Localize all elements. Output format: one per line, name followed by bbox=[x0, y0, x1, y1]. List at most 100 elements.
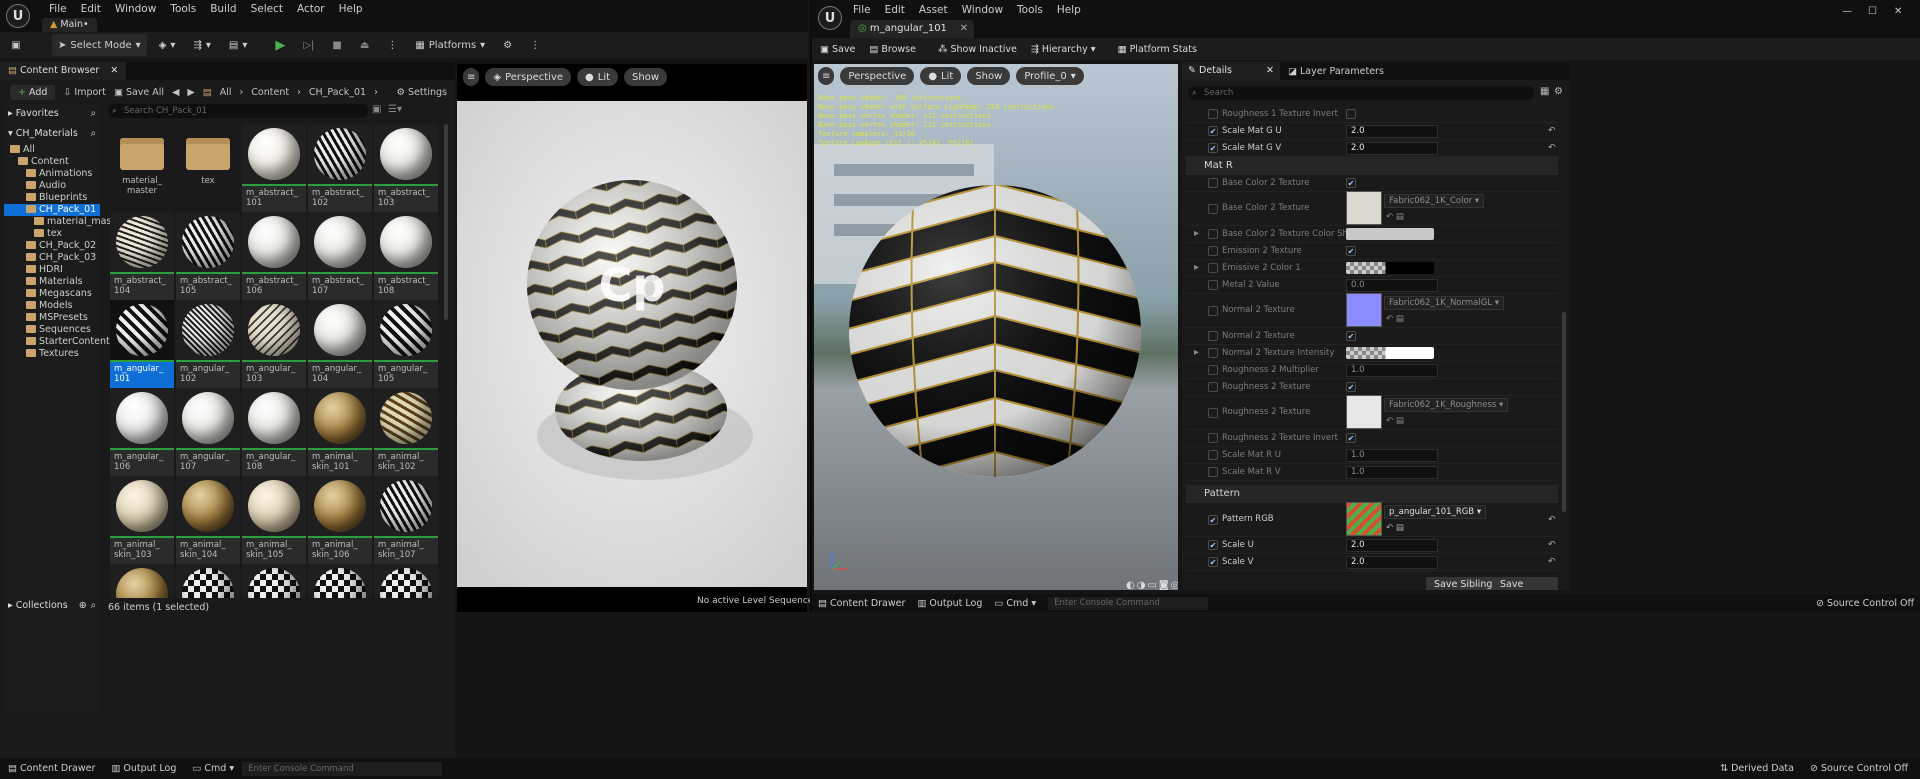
asset-tile[interactable] bbox=[242, 564, 306, 598]
folder-tile[interactable]: tex bbox=[176, 124, 240, 220]
tree-item[interactable]: CH_Pack_01 bbox=[4, 204, 100, 216]
eject-button[interactable]: ⏏ bbox=[354, 34, 375, 56]
tree-item[interactable]: Megascans bbox=[4, 288, 100, 300]
save-child-button[interactable]: Save Child bbox=[1492, 577, 1558, 590]
show-inactive-button[interactable]: ⁂ Show Inactive bbox=[938, 44, 1017, 55]
asset-tile[interactable]: m_animal_ skin_107 bbox=[374, 476, 438, 572]
asset-tile[interactable]: m_abstract_ 101 bbox=[242, 124, 306, 220]
section-mat-r[interactable]: Mat R bbox=[1186, 157, 1558, 175]
tree-item[interactable]: Audio bbox=[4, 180, 100, 192]
show-button[interactable]: Show bbox=[624, 68, 668, 86]
preview-lit-button[interactable]: ● Lit bbox=[920, 67, 962, 85]
output-log-button[interactable]: ▥ Output Log bbox=[111, 763, 176, 774]
ch-materials-header[interactable]: ▾ CH_Materials ⌕ bbox=[4, 124, 100, 142]
me-console-input[interactable]: Enter Console Command bbox=[1048, 596, 1209, 610]
property-row[interactable]: Roughness 2 Multiplier 1.0 bbox=[1186, 362, 1558, 379]
details-search-input[interactable]: ⌕ Search bbox=[1188, 86, 1534, 100]
menu-tools[interactable]: Tools bbox=[163, 3, 203, 15]
property-row[interactable]: Roughness 2 Texture Fabric062_1K_Roughnes… bbox=[1186, 395, 1558, 430]
forward-icon[interactable]: ▶ bbox=[187, 87, 194, 98]
texture-thumbnail[interactable] bbox=[1346, 395, 1382, 429]
tree-item[interactable]: StarterContent bbox=[4, 336, 110, 348]
reset-icon[interactable]: ↶ bbox=[1548, 557, 1556, 567]
details-settings-icon[interactable]: ⚙ bbox=[1554, 86, 1563, 97]
property-row[interactable]: ▸ Base Color 2 Texture Color Shift bbox=[1186, 226, 1558, 243]
material-menu-file[interactable]: File bbox=[846, 4, 878, 16]
material-menu-help[interactable]: Help bbox=[1050, 4, 1088, 16]
sphere-shape-icon[interactable]: ◐ bbox=[1126, 580, 1135, 590]
checkbox[interactable]: ✔ bbox=[1346, 433, 1356, 443]
checkbox[interactable]: ✔ bbox=[1346, 246, 1356, 256]
checkbox[interactable] bbox=[1208, 382, 1218, 392]
asset-search-input[interactable]: ⌕ Search CH_Pack_01 bbox=[108, 104, 368, 118]
favorites-header[interactable]: ▸ Favorites ⌕ bbox=[4, 104, 100, 122]
close-window-icon[interactable]: ✕ bbox=[1894, 6, 1902, 17]
save-search-icon[interactable]: ▣ bbox=[372, 104, 381, 115]
folder-tile[interactable]: material_ master bbox=[110, 124, 174, 220]
console-input[interactable]: Enter Console Command bbox=[242, 761, 443, 776]
menu-edit[interactable]: Edit bbox=[74, 3, 108, 15]
source-control-button[interactable]: ⊘ Source Control Off bbox=[1810, 763, 1908, 774]
tree-item[interactable]: Models bbox=[4, 300, 100, 312]
breadcrumb-all[interactable]: All bbox=[220, 87, 232, 98]
asset-tile[interactable] bbox=[308, 564, 372, 598]
property-row[interactable]: ✔ Scale Mat G U 2.0 ↶ bbox=[1186, 123, 1558, 140]
save-all-button[interactable]: ▣ Save All bbox=[114, 87, 164, 98]
menu-build[interactable]: Build bbox=[203, 3, 243, 15]
asset-tile[interactable]: m_abstract_ 105 bbox=[176, 212, 240, 308]
preview-show-button[interactable]: Show bbox=[967, 67, 1011, 85]
asset-tile[interactable]: m_animal_ skin_103 bbox=[110, 476, 174, 572]
details-scrollbar[interactable] bbox=[1562, 312, 1566, 512]
hierarchy-button[interactable]: ⇶ Hierarchy ▾ bbox=[1031, 44, 1096, 55]
asset-tile[interactable]: m_abstract_ 108 bbox=[374, 212, 438, 308]
asset-tile[interactable]: m_angular_ 102 bbox=[176, 300, 240, 396]
cube-shape-icon[interactable]: ◙ bbox=[1159, 580, 1169, 590]
checkbox[interactable] bbox=[1346, 109, 1356, 119]
tree-item[interactable]: All bbox=[4, 144, 100, 156]
material-tab[interactable]: ◎ m_angular_101 ✕ bbox=[850, 20, 974, 38]
property-row[interactable]: Base Color 2 Texture ✔ bbox=[1186, 175, 1558, 192]
checkbox[interactable] bbox=[1208, 306, 1218, 316]
play-button[interactable]: ▶ bbox=[269, 34, 291, 56]
tree-item[interactable]: Sequences bbox=[4, 324, 100, 336]
search-icon[interactable]: ⌕ bbox=[91, 600, 96, 611]
menu-window[interactable]: Window bbox=[108, 3, 163, 15]
reset-icon[interactable]: ↶ bbox=[1548, 126, 1556, 136]
platforms-button[interactable]: ▦ Platforms ▾ bbox=[409, 34, 491, 56]
color-swatch[interactable] bbox=[1346, 228, 1434, 240]
menu-actor[interactable]: Actor bbox=[290, 3, 332, 15]
close-icon[interactable]: ✕ bbox=[1266, 62, 1274, 80]
details-tab[interactable]: ✎ Details ✕ bbox=[1182, 62, 1280, 80]
cylinder-shape-icon[interactable]: ◑ bbox=[1137, 580, 1146, 590]
teapot-shape-icon[interactable]: ◎ bbox=[1171, 580, 1178, 590]
me-output-log-button[interactable]: ▥ Output Log bbox=[917, 598, 982, 609]
tree-item[interactable]: HDRI bbox=[4, 264, 100, 276]
unreal-logo-icon[interactable]: U bbox=[6, 4, 30, 28]
expand-arrow-icon[interactable]: ▸ bbox=[1194, 347, 1199, 358]
checkbox[interactable] bbox=[1208, 467, 1218, 477]
menu-select[interactable]: Select bbox=[244, 3, 290, 15]
color-swatch[interactable] bbox=[1346, 347, 1434, 359]
more-icon[interactable]: ⋮ bbox=[524, 34, 546, 56]
collections-header[interactable]: ▸ Collections ⊕ ⌕ bbox=[4, 596, 100, 614]
maximize-icon[interactable]: ☐ bbox=[1868, 6, 1877, 17]
tree-item[interactable]: Materials bbox=[4, 276, 100, 288]
add-actor-button[interactable]: ◈ ▾ bbox=[153, 34, 182, 56]
value-field[interactable]: 1.0 bbox=[1346, 449, 1438, 462]
browse-asset-icon[interactable]: ↶ ▤ bbox=[1386, 314, 1404, 324]
tree-item[interactable]: Blueprints bbox=[4, 192, 100, 204]
checkbox[interactable] bbox=[1208, 109, 1218, 119]
tree-item[interactable]: MSPresets bbox=[4, 312, 100, 324]
checkbox[interactable]: ✔ bbox=[1208, 515, 1218, 525]
checkbox[interactable]: ✔ bbox=[1346, 178, 1356, 188]
material-menu-asset[interactable]: Asset bbox=[912, 4, 955, 16]
browse-asset-icon[interactable]: ↶ ▤ bbox=[1386, 212, 1404, 222]
checkbox[interactable] bbox=[1208, 450, 1218, 460]
plane-shape-icon[interactable]: ▭ bbox=[1147, 580, 1156, 590]
settings-button[interactable]: ⚙ Settings bbox=[396, 87, 447, 98]
asset-tile[interactable]: m_animal_ skin_105 bbox=[242, 476, 306, 572]
search-icon[interactable]: ⌕ bbox=[91, 108, 96, 119]
value-field[interactable]: 1.0 bbox=[1346, 364, 1438, 377]
filter-icon[interactable]: ☰▾ bbox=[388, 104, 402, 115]
step-button[interactable]: ▷| bbox=[297, 34, 320, 56]
